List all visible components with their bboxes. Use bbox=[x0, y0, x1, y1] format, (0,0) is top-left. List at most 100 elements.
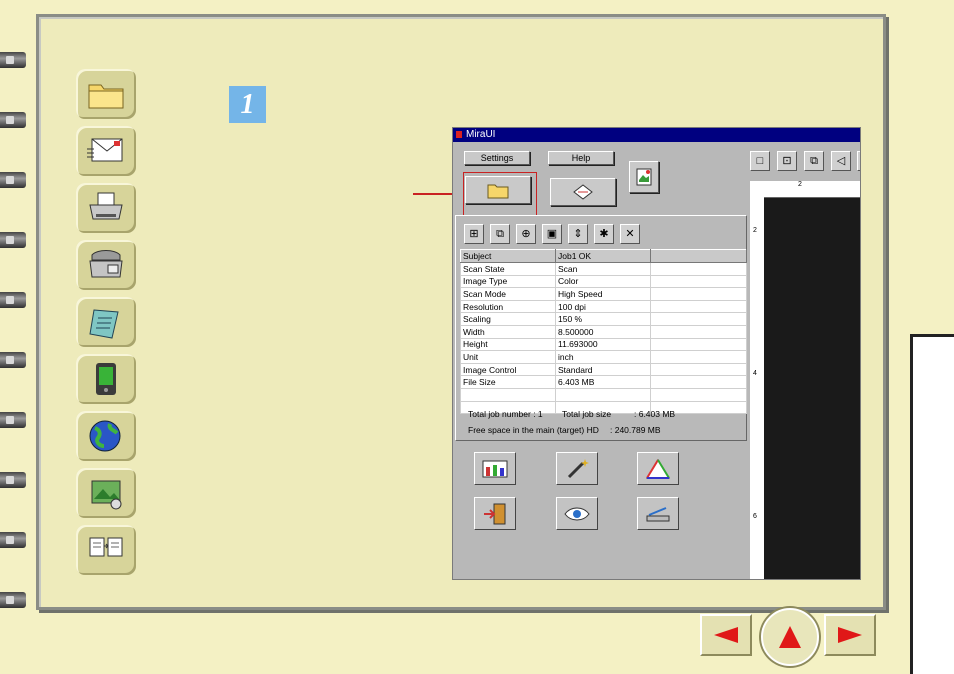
zoom-fit-button[interactable]: ⊡ bbox=[777, 151, 797, 171]
table-row[interactable]: Scaling 150 % bbox=[460, 312, 747, 326]
magic-wand-icon bbox=[567, 458, 589, 478]
binder-ring bbox=[0, 472, 26, 488]
scan-document-icon bbox=[573, 184, 593, 200]
image-output-button[interactable] bbox=[629, 161, 659, 193]
folder-button-highlight bbox=[463, 172, 537, 218]
next-page-button[interactable] bbox=[824, 614, 876, 656]
crop-tool-button[interactable]: ⧉ bbox=[804, 151, 824, 171]
folder-icon[interactable] bbox=[76, 69, 136, 119]
scan-button[interactable] bbox=[637, 497, 679, 530]
free-space-value: : 240.789 MB bbox=[610, 425, 661, 435]
row-label: Height bbox=[460, 337, 556, 352]
scan-preview-area[interactable] bbox=[750, 181, 860, 579]
free-space-label: Free space in the main (target) HD bbox=[468, 425, 599, 435]
exit-door-icon bbox=[484, 503, 506, 524]
arrow-up-icon bbox=[779, 626, 801, 648]
levels-chart-icon bbox=[482, 460, 508, 477]
column-header[interactable]: Subject bbox=[460, 249, 556, 263]
row-value: 8.500000 bbox=[555, 324, 651, 339]
window-title: MiraUI bbox=[453, 128, 860, 142]
table-row[interactable]: Scan Mode High Speed bbox=[460, 287, 747, 301]
table-row[interactable]: Resolution 100 dpi bbox=[460, 299, 747, 314]
web-globe-icon[interactable] bbox=[76, 411, 136, 461]
row-value: High Speed bbox=[555, 287, 651, 301]
previous-page-button[interactable] bbox=[700, 614, 752, 656]
binder-ring bbox=[0, 352, 26, 368]
rgb-triangle-icon bbox=[646, 458, 670, 479]
binder-ring bbox=[0, 412, 26, 428]
save-job-button[interactable]: ▣ bbox=[542, 224, 562, 244]
select-tool-button[interactable]: □ bbox=[750, 151, 770, 171]
row-value: 11.693000 bbox=[555, 337, 651, 352]
preview-button[interactable] bbox=[556, 497, 598, 530]
row-label: Resolution bbox=[460, 299, 556, 314]
group-job-button[interactable]: ⊕ bbox=[516, 224, 536, 244]
scan-target-button[interactable] bbox=[550, 178, 616, 206]
eye-icon bbox=[564, 507, 590, 520]
table-row[interactable] bbox=[460, 387, 747, 402]
pda-icon[interactable] bbox=[76, 354, 136, 404]
delete-job-button[interactable]: ✕ bbox=[620, 224, 640, 244]
binder-ring bbox=[0, 232, 26, 248]
total-job-size-label: Total job size bbox=[562, 409, 612, 419]
previous-button[interactable]: ◁ bbox=[831, 151, 851, 171]
binder-ring bbox=[0, 592, 26, 608]
table-row[interactable]: Scan State Scan bbox=[460, 262, 747, 276]
table-row[interactable]: Image Control Standard bbox=[460, 362, 747, 377]
table-header-row: Subject Job1 OK bbox=[460, 249, 747, 263]
step-number-badge: 1 bbox=[229, 86, 266, 123]
table-row[interactable]: Height 11.693000 bbox=[460, 337, 747, 352]
row-label: Unit bbox=[460, 350, 556, 364]
mail-icon[interactable] bbox=[76, 126, 136, 176]
color-adjust-button[interactable] bbox=[637, 452, 679, 485]
binder-ring bbox=[0, 52, 26, 68]
help-button[interactable]: Help bbox=[548, 151, 614, 165]
add-job-button[interactable]: ✱ bbox=[594, 224, 614, 244]
row-label: Scaling bbox=[460, 312, 556, 326]
row-value: 150 % bbox=[555, 312, 651, 326]
color-levels-button[interactable] bbox=[474, 452, 516, 485]
home-button[interactable] bbox=[761, 608, 819, 666]
row-value: 6.403 MB bbox=[555, 375, 651, 389]
job-panel: ⊞ ⧉ ⊕ ▣ ⇕ ✱ ✕ Subject Job1 OK Scan State… bbox=[455, 215, 747, 441]
more-tools-button[interactable] bbox=[857, 151, 860, 171]
table-row[interactable]: Unit inch bbox=[460, 350, 747, 364]
total-job-number: Total job number : 1 bbox=[468, 409, 543, 419]
select-all-button[interactable]: ⊞ bbox=[464, 224, 484, 244]
copy-job-button[interactable]: ⧉ bbox=[490, 224, 510, 244]
copy-documents-icon[interactable] bbox=[76, 525, 136, 575]
binder-ring bbox=[0, 112, 26, 128]
row-value: 100 dpi bbox=[555, 299, 651, 314]
row-value: Scan bbox=[555, 262, 651, 276]
image-editor-icon[interactable] bbox=[76, 468, 136, 518]
notepad-icon[interactable] bbox=[76, 297, 136, 347]
binder-ring bbox=[0, 292, 26, 308]
printer-icon[interactable] bbox=[76, 183, 136, 233]
row-label: Scan State bbox=[460, 262, 556, 276]
column-header[interactable]: Job1 OK bbox=[555, 249, 651, 263]
job-info-table: Subject Job1 OK Scan State Scan Image Typ… bbox=[460, 249, 747, 415]
row-label: Image Control bbox=[460, 362, 556, 377]
table-row[interactable]: Image Type Color bbox=[460, 274, 747, 289]
arrow-right-icon bbox=[838, 627, 862, 643]
row-label: Width bbox=[460, 324, 556, 339]
row-value bbox=[555, 387, 651, 402]
row-label: Scan Mode bbox=[460, 287, 556, 301]
row-label: File Size bbox=[460, 375, 556, 389]
arrow-left-icon bbox=[714, 627, 738, 643]
column-header[interactable] bbox=[650, 249, 747, 263]
exit-button[interactable] bbox=[474, 497, 516, 530]
vertical-ruler: 2 4 6 bbox=[750, 197, 764, 579]
row-value: Standard bbox=[555, 362, 651, 377]
row-value: inch bbox=[555, 350, 651, 364]
photo-icon bbox=[636, 168, 652, 186]
settings-button[interactable]: Settings bbox=[464, 151, 530, 165]
move-job-button[interactable]: ⇕ bbox=[568, 224, 588, 244]
row-label bbox=[460, 387, 556, 402]
magic-wand-button[interactable] bbox=[556, 452, 598, 485]
table-row[interactable]: File Size 6.403 MB bbox=[460, 375, 747, 389]
row-label: Image Type bbox=[460, 274, 556, 289]
fax-icon[interactable] bbox=[76, 240, 136, 290]
table-row[interactable]: Width 8.500000 bbox=[460, 324, 747, 339]
miraui-window: MiraUI Settings Help □ ⊡ ⧉ ◁ ⊞ ⧉ ⊕ ▣ ⇕ ✱… bbox=[452, 127, 861, 580]
